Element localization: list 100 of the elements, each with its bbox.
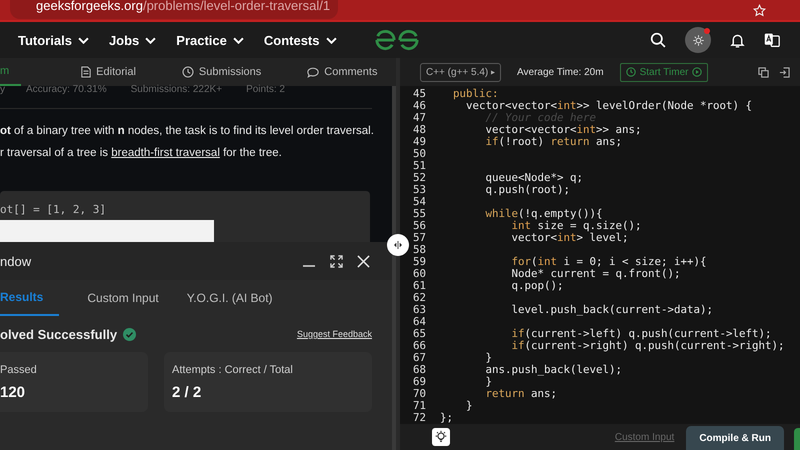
sun-icon [692,34,704,46]
code-line: vector<int> level; [510,232,629,244]
nav-menu[interactable]: Practice [176,32,244,48]
close-icon[interactable] [357,254,370,268]
code-line: public: [452,88,499,100]
expand-icon[interactable] [330,254,343,268]
line-number: 62 [412,292,426,304]
logo-icon[interactable] [374,28,420,52]
line-number: 65 [412,328,426,340]
card-label: Attempts : Correct / Total [172,364,294,376]
problem-tab[interactable]: Comments [307,58,378,86]
line-number: 58 [412,244,426,256]
code-line: }; [440,412,454,424]
line-number: 68 [412,364,426,376]
code-line: q.pop(); [510,280,564,292]
line-number: 63 [412,304,426,316]
chevron-down-icon [145,36,156,44]
line-number: 60 [412,268,426,280]
code-line: } [484,352,492,364]
nav-menu[interactable]: Contests [264,32,336,48]
code-line: if(current->right) q.push(current->right); [510,340,785,352]
line-number: 56 [412,220,426,232]
description-text: ot of a binary tree with n nodes, the task is to find its level order traversal. [0,124,374,139]
line-number: 48 [412,124,426,136]
clock-icon [626,67,636,77]
line-number: 57 [412,232,426,244]
line-number: 69 [412,376,426,388]
stat-text: Accuracy: 70.31% [26,86,107,97]
line-number: 66 [412,340,426,352]
theme-toggle[interactable] [685,27,711,53]
search-icon[interactable] [650,32,667,48]
line-number: 54 [412,196,426,208]
status-text: olved Successfully [0,326,118,342]
code-line: Node* current = q.front(); [510,268,681,280]
lightbulb-icon [434,430,448,444]
description-text: r traversal of a tree is breadth-first traversal for the tree. [0,146,282,161]
hint-button[interactable] [432,428,450,446]
code-line: queue<Node*> q; [484,172,584,184]
nav-menu[interactable]: Tutorials [18,32,89,48]
start-timer-button[interactable]: Start Timer [620,62,708,82]
line-number: 49 [412,136,426,148]
line-number: 51 [412,160,426,172]
code-line: for(int i = 0; i < size; i++){ [510,256,707,268]
card-label: Passed [0,364,38,376]
copy-icon[interactable] [758,66,769,78]
chevron-down-icon [232,36,244,44]
line-number: 55 [412,208,426,220]
code-line: } [465,400,473,412]
stat-text: Points: 2 [246,86,285,97]
line-number: 50 [412,148,426,160]
line-number: 64 [412,316,426,328]
translate-icon[interactable] [764,32,780,48]
chevron-down-icon [78,36,89,44]
caret-icon [491,70,496,74]
split-arrows-icon [393,241,403,249]
suggest-feedback-link[interactable]: Suggest Feedback [296,329,372,339]
clock-icon [182,66,194,78]
line-number: 67 [412,352,426,364]
window-title: ndow [0,254,32,268]
line-number: 52 [412,172,426,184]
chevron-down-icon [326,36,336,44]
star-icon[interactable] [753,4,766,16]
result-tab[interactable]: Y.O.G.I. (AI Bot) [186,280,273,316]
average-time-text: Average Time: 20m [517,66,604,78]
play-icon [692,67,702,77]
card-value: 120 [0,384,26,401]
breadth-first-traversal-link[interactable]: breadth-first traversal [111,147,220,159]
stat-text: Submissions: 222K+ [130,86,222,97]
import-icon[interactable] [779,66,790,78]
line-number: 61 [412,280,426,292]
line-number: 71 [412,400,426,412]
code-line: vector<vector<int>> ans; [484,124,642,136]
language-dropdown[interactable]: C++ (g++ 5.4) [420,62,502,82]
code-line: return ans; [484,388,558,400]
code-line: while(!q.empty()){ [484,208,603,220]
line-number: 53 [412,184,426,196]
code-line: vector<vector<int>> levelOrder(Node *root) { [466,100,752,112]
chat-icon [307,66,320,78]
code-line: int size = q.size(); [510,220,642,232]
code-line: ans.push_back(level); [484,364,622,376]
code-line: } [484,376,492,388]
line-number: 72 [412,412,426,424]
nav-menu[interactable]: Jobs [108,32,156,48]
code-line: if(current->left) q.push(current->left); [510,328,772,340]
code-line: level.push_back(current->data); [510,304,714,316]
line-number: 70 [412,388,426,400]
problem-tab[interactable]: Editorial [81,58,136,86]
submit-button[interactable] [794,428,800,450]
code-line: if(!root) return ans; [484,136,622,148]
line-number: 47 [412,112,426,124]
problem-tab[interactable]: Submissions [182,58,262,86]
line-number: 46 [412,100,426,112]
card-value: 2 / 2 [172,384,202,401]
result-tab[interactable]: Custom Input [87,280,159,316]
document-icon [81,66,92,78]
line-number: 59 [412,256,426,268]
code-line: q.push(root); [484,184,570,196]
example-input-text: ot[] = [1, 2, 3] [0,203,107,216]
compile-run-button[interactable]: Compile & Run [686,426,784,450]
address-bar[interactable]: geeksforgeeks.org/problems/level-order-traversal/1 [10,0,338,19]
